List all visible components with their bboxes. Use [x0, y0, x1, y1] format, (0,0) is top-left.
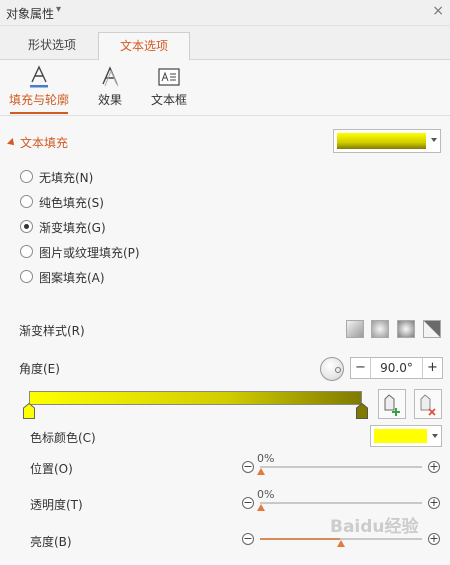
- watermark: Baidu经验: [330, 517, 419, 537]
- add-stop-icon: [384, 394, 400, 416]
- gradient-style-rectangular-button[interactable]: [397, 320, 415, 338]
- subtab-fill-outline[interactable]: 填充与轮廓: [6, 64, 72, 114]
- gradient-stop-start[interactable]: [23, 403, 35, 419]
- subtab-fill-outline-label: 填充与轮廓: [8, 93, 69, 107]
- text-fill-section-header[interactable]: 文本填充: [7, 134, 69, 151]
- remove-stop-icon: [420, 394, 436, 416]
- text-option-subtabs: 填充与轮廓 效果 文本框: [0, 60, 450, 116]
- transparency-label: 透明度(T): [30, 498, 83, 512]
- close-icon[interactable]: ×: [432, 3, 444, 19]
- radio-gradient-fill-circle[interactable]: [20, 220, 33, 233]
- tab-shape-options[interactable]: 形状选项: [6, 32, 98, 60]
- subtab-effects[interactable]: 效果: [90, 64, 130, 108]
- transparency-slider-thumb[interactable]: [257, 504, 265, 511]
- radio-solid-fill-label: 纯色填充(S): [39, 196, 104, 210]
- text-fill-color-dropdown[interactable]: [333, 129, 441, 153]
- radio-pattern-fill-circle[interactable]: [20, 270, 33, 283]
- position-slider-track[interactable]: [260, 466, 422, 468]
- angle-decrease-button[interactable]: −: [351, 358, 371, 378]
- radio-no-fill-label: 无填充(N): [39, 171, 94, 185]
- active-subtab-indicator: [10, 112, 68, 114]
- position-label: 位置(O): [30, 462, 73, 476]
- fill-content: 文本填充 无填充(N) 纯色填充(S) 渐变填充(G) 图片或纹理填充(P) 图…: [0, 116, 450, 565]
- radio-solid-fill-circle[interactable]: [20, 195, 33, 208]
- brightness-label: 亮度(B): [30, 535, 72, 549]
- text-fill-outline-icon: [30, 65, 48, 88]
- subtab-textbox-label: 文本框: [150, 93, 187, 107]
- position-slider-thumb[interactable]: [257, 468, 265, 475]
- stop-color-swatch: [374, 429, 427, 443]
- gradient-style-radial-button[interactable]: [371, 320, 389, 338]
- radio-picture-texture-fill-label: 图片或纹理填充(P): [39, 246, 140, 260]
- chevron-down-icon: [431, 138, 437, 142]
- object-properties-panel: 对象属性 ▾ × 形状选项 文本选项 填充与轮廓 效果 文本框 文本填充 无填充…: [0, 0, 450, 565]
- gradient-style-linear-button[interactable]: [346, 320, 364, 338]
- fill-color-swatch: [337, 133, 426, 149]
- textbox-icon: [158, 68, 180, 86]
- brightness-slider-fill[interactable]: [260, 538, 340, 540]
- radio-gradient-fill-label: 渐变填充(G): [39, 221, 106, 235]
- radio-picture-texture-fill-circle[interactable]: [20, 245, 33, 258]
- transparency-decrease-button[interactable]: −: [242, 497, 254, 509]
- text-effect-icon: [102, 66, 119, 87]
- angle-dial[interactable]: [320, 357, 344, 381]
- radio-no-fill-circle[interactable]: [20, 170, 33, 183]
- transparency-value: 0%: [257, 488, 275, 501]
- angle-label: 角度(E): [19, 362, 60, 376]
- transparency-increase-button[interactable]: +: [428, 497, 440, 509]
- title-dropdown-icon[interactable]: ▾: [56, 4, 61, 15]
- brightness-slider-thumb[interactable]: [337, 540, 345, 547]
- radio-pattern-fill-label: 图案填充(A): [39, 271, 105, 285]
- angle-input[interactable]: [372, 358, 421, 378]
- gradient-style-label: 渐变样式(R): [19, 324, 85, 338]
- gradient-style-path-button[interactable]: [423, 320, 441, 338]
- gradient-stop-end[interactable]: [356, 403, 368, 419]
- remove-gradient-stop-button[interactable]: [414, 389, 442, 419]
- subtab-effects-label: 效果: [97, 93, 122, 107]
- position-value: 0%: [257, 452, 275, 465]
- brightness-slider-track[interactable]: [340, 538, 422, 540]
- stop-color-label: 色标颜色(C): [30, 431, 96, 445]
- position-decrease-button[interactable]: −: [242, 461, 254, 473]
- angle-increase-button[interactable]: +: [422, 358, 442, 378]
- brightness-decrease-button[interactable]: −: [242, 533, 254, 545]
- panel-title: 对象属性: [6, 7, 55, 21]
- stop-color-dropdown[interactable]: [370, 425, 442, 447]
- add-gradient-stop-button[interactable]: [378, 389, 406, 419]
- collapse-triangle-icon: [7, 138, 17, 148]
- subtab-textbox[interactable]: 文本框: [144, 64, 194, 108]
- tab-text-options[interactable]: 文本选项: [98, 32, 190, 61]
- angle-stepper: − +: [350, 357, 443, 379]
- option-tabs: 形状选项 文本选项: [0, 26, 450, 61]
- position-increase-button[interactable]: +: [428, 461, 440, 473]
- text-fill-title: 文本填充: [20, 136, 69, 150]
- gradient-bar[interactable]: [29, 391, 362, 405]
- chevron-down-icon: [432, 434, 438, 438]
- brightness-increase-button[interactable]: +: [428, 533, 440, 545]
- panel-titlebar: 对象属性 ▾ ×: [0, 0, 450, 26]
- transparency-slider-track[interactable]: [260, 502, 422, 504]
